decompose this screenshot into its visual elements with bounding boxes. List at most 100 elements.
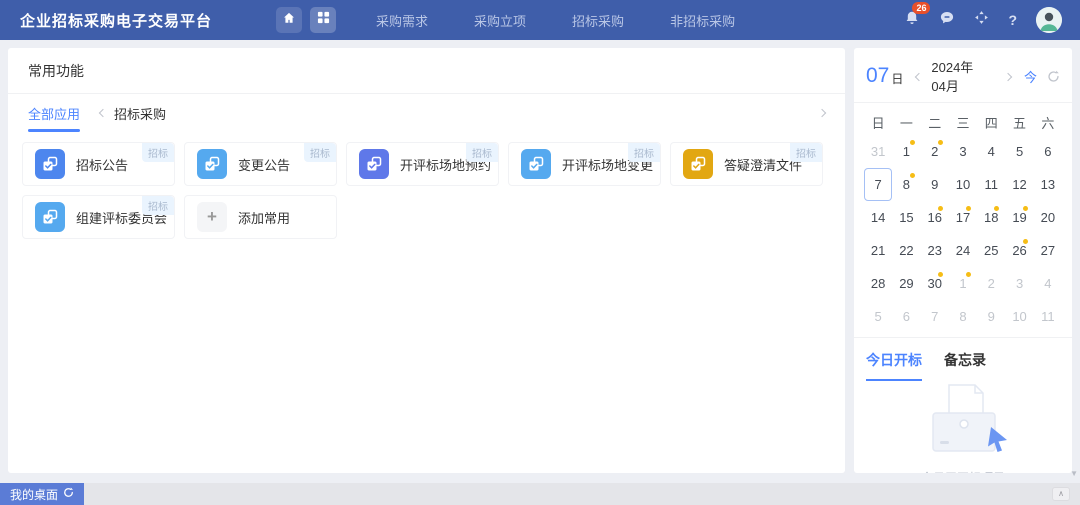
sidebar-tabs: 今日开标 备忘录 <box>854 338 1072 381</box>
calendar-day[interactable]: 6 <box>892 300 920 333</box>
calendar-day[interactable]: 13 <box>1034 168 1062 201</box>
calendar-day[interactable]: 20 <box>1034 201 1062 234</box>
calendar-day[interactable]: 15 <box>892 201 920 234</box>
calendar-day[interactable]: 6 <box>1034 135 1062 168</box>
calendar-day[interactable]: 29 <box>892 267 920 300</box>
fullscreen-button[interactable] <box>974 10 989 30</box>
tab-today-bid-opening[interactable]: 今日开标 <box>866 338 922 381</box>
app-card[interactable]: 招标公告招标 <box>22 142 175 186</box>
breadcrumb-category[interactable]: 招标采购 <box>100 104 166 123</box>
nav-menu-item[interactable]: 招标采购 <box>572 11 624 30</box>
calendar-day[interactable]: 16 <box>921 201 949 234</box>
calendar-month-label: 2024年04月 <box>931 57 986 95</box>
help-button[interactable]: ? <box>1008 12 1017 28</box>
calendar-day-suffix: 日 <box>891 70 903 87</box>
calendar-selected-day: 07 <box>866 64 889 88</box>
app-card[interactable]: 开评标场地变更招标 <box>508 142 661 186</box>
messages-button[interactable] <box>939 10 955 31</box>
calendar-day[interactable]: 26 <box>1005 234 1033 267</box>
calendar-day[interactable]: 5 <box>864 300 892 333</box>
calendar-weekday-label: 五 <box>1005 109 1033 135</box>
calendar-day[interactable]: 1 <box>892 135 920 168</box>
desktop-taskbar: 我的桌面 ∧ <box>0 483 1080 505</box>
scrollbar-down-arrow[interactable]: ▼ <box>1070 469 1078 478</box>
calendar-header: 07 日 2024年04月 今 <box>854 48 1072 103</box>
calendar-day[interactable]: 21 <box>864 234 892 267</box>
app-card-label: 变更公告 <box>238 155 290 174</box>
tabs-scroll-right-icon[interactable] <box>818 109 826 117</box>
grid-icon <box>317 11 330 29</box>
app-card-icon <box>521 149 551 179</box>
my-desktop-tab[interactable]: 我的桌面 <box>0 483 84 505</box>
calendar-day[interactable]: 3 <box>1005 267 1033 300</box>
calendar-day[interactable]: 8 <box>949 300 977 333</box>
calendar-day[interactable]: 22 <box>892 234 920 267</box>
calendar-day[interactable]: 9 <box>977 300 1005 333</box>
calendar-day[interactable]: 24 <box>949 234 977 267</box>
calendar-day[interactable]: 31 <box>864 135 892 168</box>
calendar-day[interactable]: 30 <box>921 267 949 300</box>
calendar-day[interactable]: 4 <box>1034 267 1062 300</box>
app-card-icon <box>359 149 389 179</box>
home-icon <box>282 11 296 30</box>
notifications-button[interactable]: 26 <box>904 10 920 31</box>
user-avatar[interactable] <box>1036 7 1062 33</box>
calendar-day[interactable]: 23 <box>921 234 949 267</box>
calendar-day[interactable]: 14 <box>864 201 892 234</box>
calendar-sidebar: 07 日 2024年04月 今 日一二三四五六31123456789101112… <box>854 48 1072 473</box>
calendar-day[interactable]: 19 <box>1005 201 1033 234</box>
my-desktop-label: 我的桌面 <box>10 486 58 503</box>
app-card[interactable]: 变更公告招标 <box>184 142 337 186</box>
nav-menu-item[interactable]: 采购立项 <box>474 11 526 30</box>
calendar-refresh-icon[interactable] <box>1047 70 1060 83</box>
calendar-day[interactable]: 17 <box>949 201 977 234</box>
calendar-weekday-label: 一 <box>892 109 920 135</box>
fullscreen-arrows-icon <box>974 10 989 30</box>
calendar-weekday-label: 日 <box>864 109 892 135</box>
app-card[interactable]: 组建评标委员会招标 <box>22 195 175 239</box>
app-card[interactable]: 答疑澄清文件招标 <box>670 142 823 186</box>
calendar-day[interactable]: 18 <box>977 201 1005 234</box>
home-button[interactable] <box>276 7 302 33</box>
calendar-day[interactable]: 3 <box>949 135 977 168</box>
calendar-day[interactable]: 10 <box>949 168 977 201</box>
calendar-day[interactable]: 25 <box>977 234 1005 267</box>
add-common-app-card[interactable]: +添加常用 <box>184 195 337 239</box>
calendar-day[interactable]: 4 <box>977 135 1005 168</box>
calendar-day[interactable]: 2 <box>921 135 949 168</box>
app-card-tag: 招标 <box>142 143 174 162</box>
calendar-weekday-label: 三 <box>949 109 977 135</box>
calendar-day[interactable]: 7 <box>921 300 949 333</box>
calendar-day[interactable]: 5 <box>1005 135 1033 168</box>
content-area: 常用功能 全部应用 招标采购 招标公告招标变更公告招标开评标场地预约招标开评标场… <box>0 40 1080 473</box>
apps-grid-button[interactable] <box>310 7 336 33</box>
calendar-day[interactable]: 10 <box>1005 300 1033 333</box>
nav-menu-item[interactable]: 非招标采购 <box>670 11 735 30</box>
calendar-day[interactable]: 28 <box>864 267 892 300</box>
taskbar-collapse-button[interactable]: ∧ <box>1052 487 1070 501</box>
calendar-grid: 日一二三四五六311234567891011121314151617181920… <box>854 103 1072 333</box>
calendar-day[interactable]: 1 <box>949 267 977 300</box>
calendar-day[interactable]: 27 <box>1034 234 1062 267</box>
calendar-prev-month-button[interactable] <box>913 64 925 88</box>
app-card[interactable]: 开评标场地预约招标 <box>346 142 499 186</box>
calendar-day[interactable]: 11 <box>977 168 1005 201</box>
calendar-day[interactable]: 12 <box>1005 168 1033 201</box>
app-card-tag: 招标 <box>628 143 660 162</box>
app-card-icon <box>197 149 227 179</box>
tab-memo[interactable]: 备忘录 <box>944 338 986 381</box>
empty-state: 今日无开标项目 <box>854 381 1072 473</box>
app-title: 企业招标采购电子交易平台 <box>20 10 212 31</box>
calendar-day[interactable]: 8 <box>892 168 920 201</box>
calendar-day-selected[interactable]: 7 <box>864 168 892 201</box>
calendar-day[interactable]: 11 <box>1034 300 1062 333</box>
tab-all-apps[interactable]: 全部应用 <box>28 94 80 132</box>
calendar-day[interactable]: 9 <box>921 168 949 201</box>
calendar-next-month-button[interactable] <box>1002 64 1014 88</box>
add-card-label: 添加常用 <box>238 208 290 227</box>
nav-menu-item[interactable]: 采购需求 <box>376 11 428 30</box>
question-mark-icon: ? <box>1008 12 1017 28</box>
calendar-today-button[interactable]: 今 <box>1024 67 1037 86</box>
empty-state-text: 今日无开标项目 <box>921 469 1005 473</box>
calendar-day[interactable]: 2 <box>977 267 1005 300</box>
